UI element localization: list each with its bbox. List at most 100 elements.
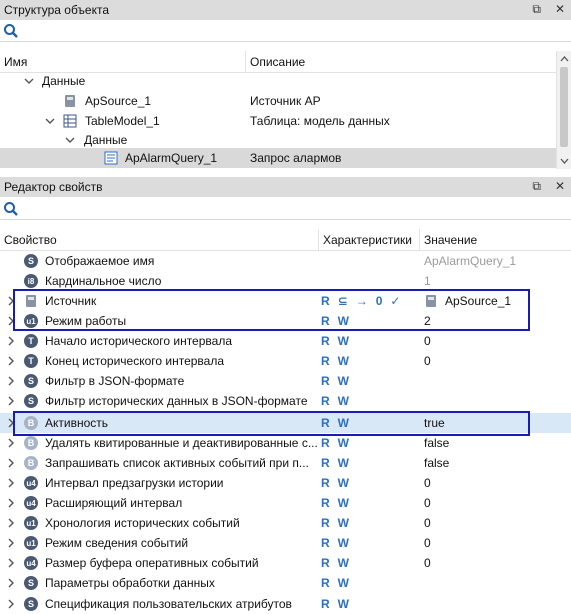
chevron-right-icon[interactable] bbox=[6, 557, 16, 569]
property-label: Фильтр в JSON-формате bbox=[45, 374, 185, 388]
column-header-value[interactable]: Значение bbox=[424, 233, 477, 247]
property-row[interactable]: i8 Кардинальное число 1 bbox=[0, 271, 571, 291]
string-type-icon: S bbox=[24, 576, 38, 590]
property-value[interactable]: 0 bbox=[424, 334, 431, 348]
property-label: Спецификация пользовательских атрибутов bbox=[45, 597, 292, 611]
property-value[interactable]: 0 bbox=[424, 354, 431, 368]
scroll-down-icon[interactable] bbox=[560, 156, 569, 165]
property-characteristics: RW bbox=[321, 456, 349, 470]
property-value[interactable]: false bbox=[424, 436, 449, 450]
property-characteristics: RW bbox=[321, 597, 349, 611]
chevron-right-icon[interactable] bbox=[6, 477, 16, 489]
tree-item-label: Данные bbox=[84, 133, 128, 147]
chevron-down-icon[interactable] bbox=[65, 134, 75, 146]
scroll-up-icon[interactable] bbox=[560, 55, 569, 64]
property-value[interactable]: 0 bbox=[424, 516, 431, 530]
property-characteristics: RW bbox=[321, 576, 349, 590]
property-row[interactable]: B Запрашивать список активных событий пр… bbox=[0, 453, 571, 473]
property-label: Удалять квитированные и деактивированные… bbox=[45, 436, 318, 450]
chevron-right-icon[interactable] bbox=[6, 335, 16, 347]
chevron-right-icon[interactable] bbox=[6, 598, 16, 610]
column-header-property[interactable]: Свойство bbox=[4, 233, 57, 247]
property-label: Расширяющий интервал bbox=[45, 496, 183, 510]
property-row[interactable]: T Конец исторического интервала RW 0 bbox=[0, 351, 571, 371]
tree-item-label: ApSource_1 bbox=[85, 94, 152, 108]
tree-row-selected[interactable]: ApAlarmQuery_1 Запрос алармов bbox=[0, 148, 556, 168]
property-row[interactable]: S Фильтр в JSON-формате RW bbox=[0, 371, 571, 391]
property-row[interactable]: S Спецификация пользовательских атрибуто… bbox=[0, 594, 571, 614]
tree-row[interactable]: Данные bbox=[0, 71, 556, 91]
uint1-type-icon: u1 bbox=[24, 516, 38, 530]
property-row[interactable]: u1 Режим сведения событий RW 0 bbox=[0, 533, 571, 553]
structure-panel-title: Структура объекта ⧉ ✕ bbox=[0, 0, 571, 20]
property-row[interactable]: S Отображаемое имя ApAlarmQuery_1 bbox=[0, 251, 571, 271]
property-value[interactable]: 0 bbox=[424, 476, 431, 490]
boolean-type-icon: B bbox=[24, 456, 38, 470]
uint1-type-icon: u1 bbox=[24, 536, 38, 550]
property-row[interactable]: S Фильтр исторических данных в JSON-форм… bbox=[0, 391, 571, 411]
structure-header: Имя Описание bbox=[0, 51, 556, 73]
search-icon[interactable] bbox=[3, 23, 19, 39]
property-value[interactable]: 0 bbox=[424, 536, 431, 550]
scroll-thumb[interactable] bbox=[560, 67, 568, 147]
chevron-right-icon[interactable] bbox=[6, 457, 16, 469]
property-row[interactable]: u4 Размер буфера оперативных событий RW … bbox=[0, 553, 571, 573]
property-characteristics: RW bbox=[321, 334, 349, 348]
property-label: Режим сведения событий bbox=[45, 536, 189, 550]
column-header-description[interactable]: Описание bbox=[250, 55, 305, 69]
tree-item-label: Данные bbox=[42, 74, 86, 88]
chevron-right-icon[interactable] bbox=[6, 517, 16, 529]
property-value[interactable]: 0 bbox=[424, 496, 431, 510]
float-window-icon[interactable]: ⧉ bbox=[532, 2, 541, 17]
property-label: Запрашивать список активных событий при … bbox=[45, 456, 309, 470]
property-label: Параметры обработки данных bbox=[45, 576, 215, 590]
property-characteristics: RW bbox=[321, 536, 349, 550]
table-model-icon bbox=[63, 114, 77, 128]
property-characteristics: RW bbox=[321, 516, 349, 530]
string-type-icon: S bbox=[24, 374, 38, 388]
chevron-right-icon[interactable] bbox=[6, 437, 16, 449]
tree-row[interactable]: ApSource_1 Источник AP bbox=[0, 91, 556, 111]
properties-search-bar[interactable] bbox=[0, 198, 571, 220]
chevron-right-icon[interactable] bbox=[6, 355, 16, 367]
tree-item-description: Источник AP bbox=[250, 94, 321, 108]
float-window-icon[interactable]: ⧉ bbox=[532, 179, 541, 194]
tree-row[interactable]: TableModel_1 Таблица: модель данных bbox=[0, 111, 556, 131]
chevron-right-icon[interactable] bbox=[6, 395, 16, 407]
property-row[interactable]: u4 Интервал предзагрузки истории RW 0 bbox=[0, 473, 571, 493]
property-label: Хронология исторических событий bbox=[45, 516, 240, 530]
chevron-right-icon[interactable] bbox=[6, 577, 16, 589]
structure-scrollbar[interactable] bbox=[556, 51, 571, 169]
properties-panel-title: Редактор свойств ⧉ ✕ bbox=[0, 177, 571, 197]
property-row[interactable]: T Начало исторического интервала RW 0 bbox=[0, 331, 571, 351]
property-label: Кардинальное число bbox=[45, 274, 162, 288]
property-value[interactable]: false bbox=[424, 456, 449, 470]
tree-item-label: ApAlarmQuery_1 bbox=[125, 151, 218, 165]
close-icon[interactable]: ✕ bbox=[555, 179, 565, 194]
property-row[interactable]: B Удалять квитированные и деактивированн… bbox=[0, 433, 571, 453]
chevron-right-icon[interactable] bbox=[6, 537, 16, 549]
property-value[interactable]: 1 bbox=[424, 274, 431, 288]
property-value[interactable]: ApAlarmQuery_1 bbox=[424, 254, 516, 268]
structure-search-bar[interactable] bbox=[0, 20, 571, 42]
tree-item-label: TableModel_1 bbox=[85, 114, 160, 128]
property-label: Отображаемое имя bbox=[45, 254, 155, 268]
tree-row[interactable]: Данные bbox=[0, 130, 556, 150]
search-icon[interactable] bbox=[3, 201, 19, 217]
alarm-query-icon bbox=[104, 151, 118, 165]
chevron-down-icon[interactable] bbox=[45, 115, 55, 127]
close-icon[interactable]: ✕ bbox=[555, 2, 565, 17]
property-label: Начало исторического интервала bbox=[45, 334, 232, 348]
uint4-type-icon: u4 bbox=[24, 556, 38, 570]
property-row[interactable]: u4 Расширяющий интервал RW 0 bbox=[0, 493, 571, 513]
property-characteristics: RW bbox=[321, 556, 349, 570]
property-value[interactable]: 0 bbox=[424, 556, 431, 570]
chevron-right-icon[interactable] bbox=[6, 375, 16, 387]
chevron-right-icon[interactable] bbox=[6, 497, 16, 509]
column-header-name[interactable]: Имя bbox=[4, 55, 27, 69]
property-row[interactable]: S Параметры обработки данных RW bbox=[0, 573, 571, 593]
property-row[interactable]: u1 Хронология исторических событий RW 0 bbox=[0, 513, 571, 533]
property-characteristics: RW bbox=[321, 394, 349, 408]
chevron-down-icon[interactable] bbox=[24, 75, 34, 87]
column-header-characteristics[interactable]: Характеристики bbox=[323, 233, 412, 247]
